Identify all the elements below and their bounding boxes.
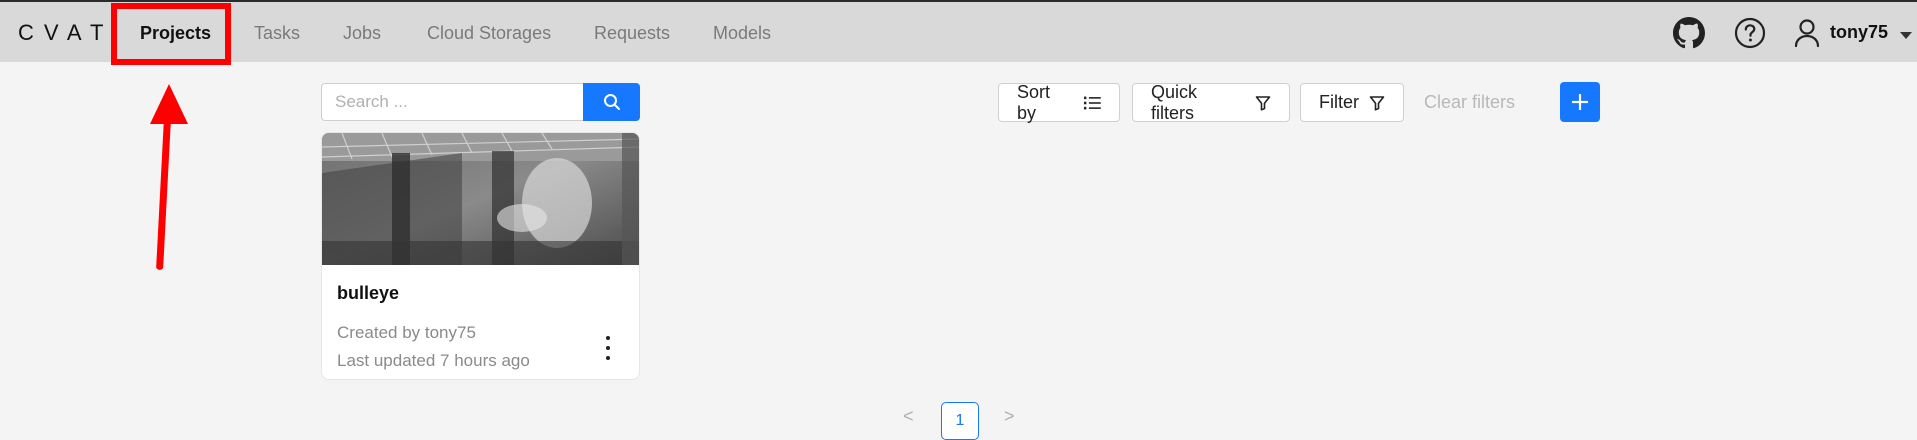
search-icon [603, 94, 620, 110]
ordered-list-icon [1084, 96, 1101, 109]
nav-cloud-storages[interactable]: Cloud Storages [427, 20, 551, 46]
clear-filters-button[interactable]: Clear filters [1424, 92, 1515, 113]
username[interactable]: tony75 [1830, 22, 1888, 43]
more-options-icon[interactable] [600, 336, 616, 360]
search-button[interactable] [583, 83, 640, 121]
nav-jobs[interactable]: Jobs [343, 20, 381, 46]
cvat-logo[interactable]: CVAT [18, 20, 113, 46]
project-card[interactable]: bulleye Created by tony75 Last updated 7… [321, 132, 640, 380]
nav-tasks[interactable]: Tasks [254, 20, 300, 46]
pagination-page-1[interactable]: 1 [941, 402, 979, 440]
filter-icon [1369, 95, 1385, 111]
quick-filters-button[interactable]: Quick filters [1132, 81, 1290, 123]
quick-filters-label: Quick filters [1151, 81, 1198, 123]
top-bar: CVAT Projects Tasks Jobs Cloud Storages … [0, 0, 1917, 62]
caret-down-icon[interactable] [1900, 32, 1912, 39]
annotation-highlight-box [111, 3, 231, 65]
filter-icon [1255, 95, 1271, 111]
plus-icon [1572, 94, 1588, 110]
help-icon[interactable] [1734, 17, 1766, 49]
pagination-prev-button[interactable]: < [903, 406, 914, 427]
project-created-by: Created by tony75 [337, 323, 476, 342]
sort-by-label: Sort by [1017, 81, 1051, 123]
create-project-button[interactable] [1560, 82, 1600, 122]
project-name[interactable]: bulleye [337, 283, 399, 304]
nav-requests[interactable]: Requests [594, 20, 670, 46]
search-input[interactable] [321, 83, 583, 121]
user-icon[interactable] [1793, 17, 1821, 49]
pagination-next-button[interactable]: > [1004, 406, 1015, 427]
github-icon[interactable] [1673, 17, 1705, 49]
filter-button[interactable]: Filter [1300, 83, 1404, 122]
sort-by-button[interactable]: Sort by [998, 81, 1120, 123]
project-thumbnail[interactable] [322, 133, 640, 265]
nav-models[interactable]: Models [713, 20, 771, 46]
annotation-arrow-shaft [156, 117, 171, 270]
filter-label: Filter [1319, 92, 1359, 112]
project-last-updated: Last updated 7 hours ago [337, 351, 530, 370]
